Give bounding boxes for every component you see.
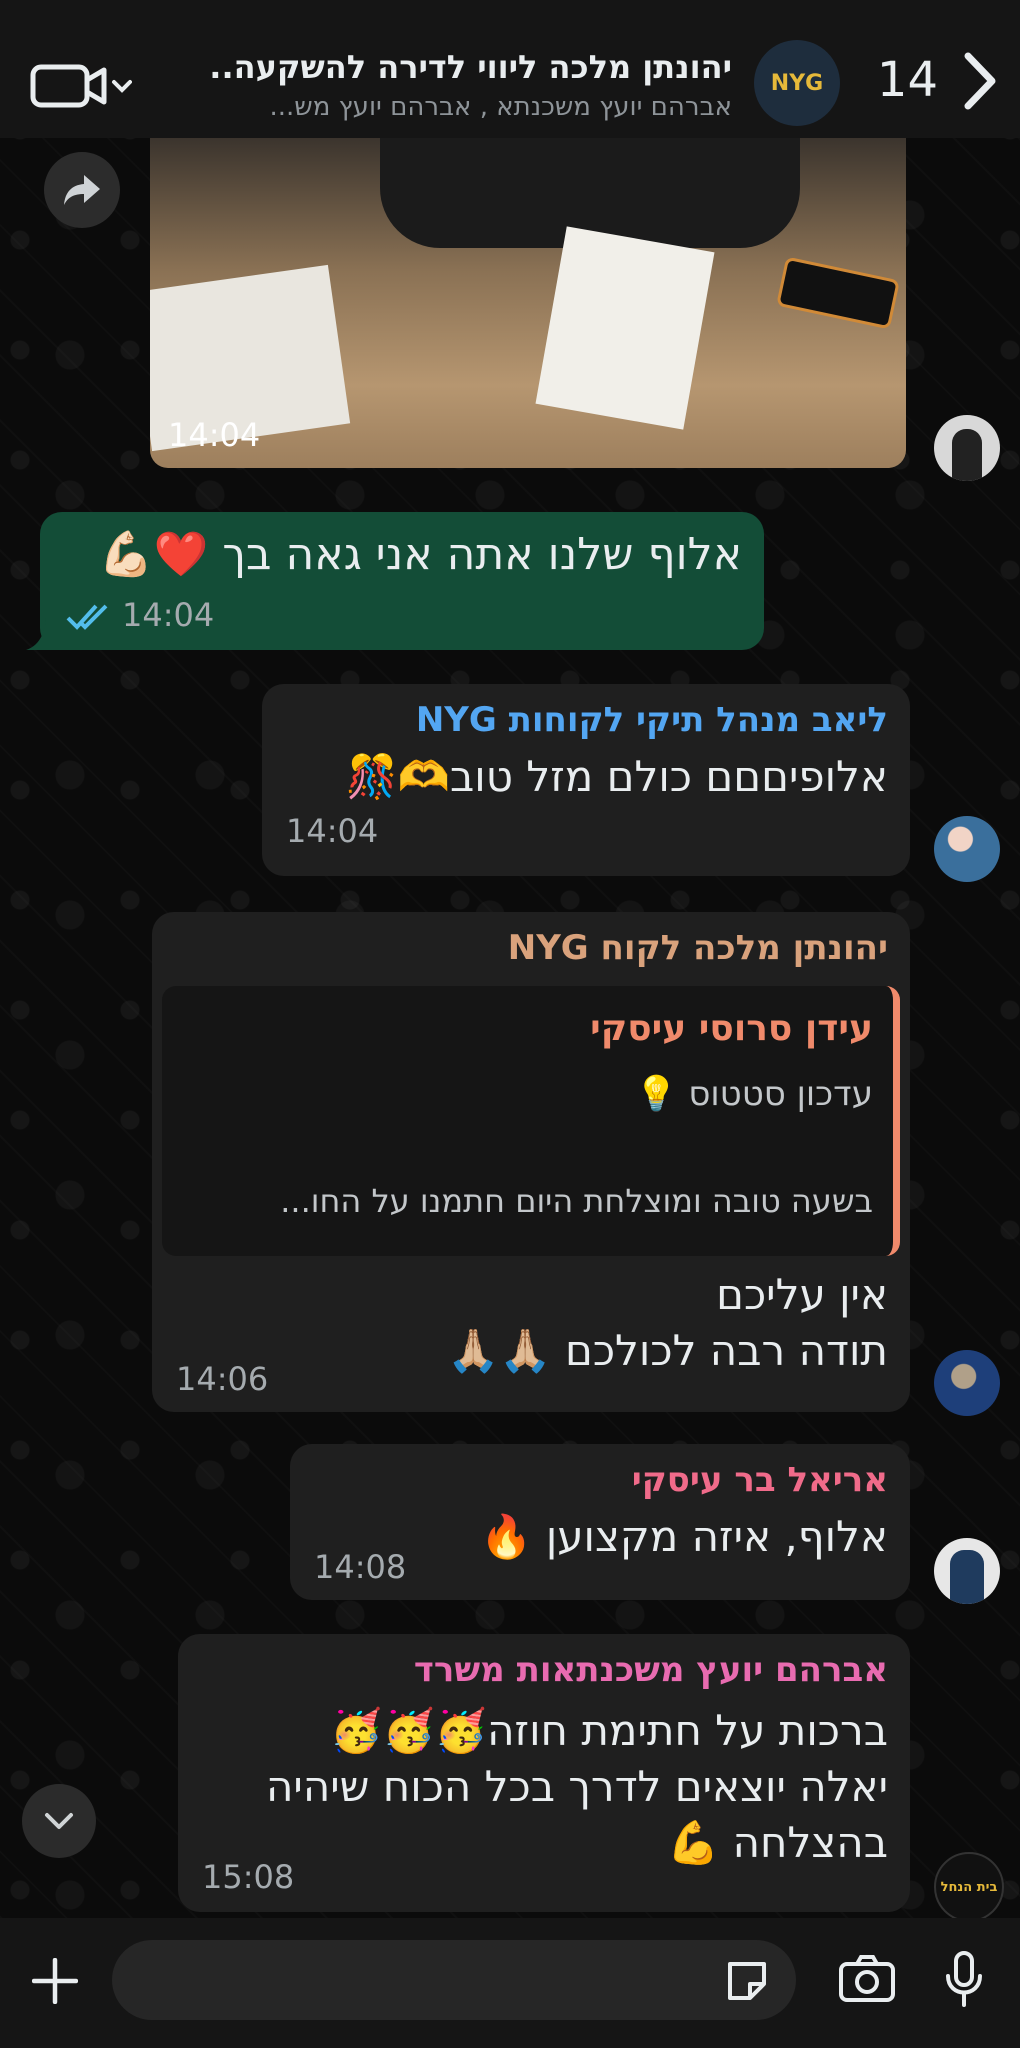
message-time: 14:04: [286, 812, 379, 850]
quoted-author: עידן סרוסי עיסקי: [590, 1008, 873, 1049]
photo-document: [535, 226, 715, 430]
sender-avatar[interactable]: [934, 1350, 1000, 1416]
avatar-logo-text: בית הנחל: [940, 1879, 998, 1895]
outgoing-message[interactable]: אלוף שלנו אתה אני גאה בך ❤️💪🏻 14:04: [40, 512, 764, 650]
scroll-down-button[interactable]: [22, 1784, 96, 1858]
incoming-message[interactable]: אברהם יועץ משכנתאות משרד ברכות על חתימת …: [178, 1634, 910, 1912]
message-input[interactable]: [112, 1940, 796, 2020]
message-text: אלוף שלנו אתה אני גאה בך ❤️💪🏻: [98, 529, 742, 580]
quoted-line: עדכון סטטוס 💡: [635, 1074, 873, 1114]
camera-icon[interactable]: [838, 1954, 896, 2004]
message-line: בהצלחה 💪: [666, 1818, 888, 1867]
group-avatar-logo: NYG: [770, 70, 824, 96]
sender-name[interactable]: אברהם יועץ משכנתאות משרד: [414, 1650, 888, 1690]
image-message[interactable]: 14:04: [150, 138, 906, 468]
forward-button[interactable]: [44, 152, 120, 228]
message-time: 14:04: [122, 596, 215, 634]
photo-phone: [776, 256, 900, 330]
incoming-message[interactable]: ליאב מנהל תיקי לקוחות NYG אלופיםםם כולם …: [262, 684, 910, 876]
scroll-down-icon: [45, 1813, 73, 1829]
forward-icon: [64, 175, 100, 205]
sender-avatar[interactable]: [934, 1538, 1000, 1604]
message-line: ברכות על חתימת חוזה🥳🥳🥳: [330, 1706, 888, 1755]
reply-message[interactable]: יהונתן מלכה לקוח NYG עידן סרוסי עיסקי עד…: [152, 912, 910, 1412]
message-text: אלופיםםם כולם מזל טוב🫶🎊: [345, 752, 888, 801]
unread-count[interactable]: 14: [877, 52, 938, 108]
video-call-icon[interactable]: [30, 62, 132, 108]
read-ticks-icon: [66, 604, 108, 630]
message-time: 14:06: [176, 1360, 269, 1398]
sticker-icon[interactable]: [724, 1958, 770, 2004]
microphone-icon[interactable]: [944, 1950, 984, 2008]
incoming-message[interactable]: אריאל בר עיסקי אלוף, איזה מקצוען 🔥 14:08: [290, 1444, 910, 1600]
sender-avatar[interactable]: [934, 816, 1000, 882]
message-time: 15:08: [202, 1858, 295, 1896]
avatar-figure: [950, 1550, 984, 1604]
message-line: תודה רבה לכולכם 🙏🏼🙏🏼: [447, 1326, 888, 1375]
sender-avatar[interactable]: [934, 415, 1000, 481]
avatar-figure: [952, 429, 982, 481]
chat-header: 14 NYG יהונתן מלכה ליווי לדירה להשקעה...…: [0, 0, 1020, 138]
back-chevron-icon[interactable]: [958, 50, 1000, 112]
message-input-bar: [0, 1918, 1020, 2048]
message-line: אין עליכם: [716, 1270, 888, 1319]
quoted-message[interactable]: עידן סרוסי עיסקי עדכון סטטוס 💡 בשעה טובה…: [162, 986, 900, 1256]
message-time: 14:04: [168, 416, 261, 454]
group-avatar[interactable]: NYG: [754, 40, 840, 126]
sender-name[interactable]: יהונתן מלכה לקוח NYG: [508, 928, 888, 968]
group-subtitle[interactable]: אברהם יועץ משכנתא , אברהם יועץ מש...: [212, 92, 733, 122]
sender-avatar[interactable]: בית הנחל: [934, 1852, 1004, 1922]
message-line: יאלה יוצאים לדרך בכל הכוח שיהיה: [265, 1762, 888, 1811]
plus-icon[interactable]: [32, 1958, 78, 2004]
quoted-line: בשעה טובה ומוצלחת היום חתמנו על החו...: [280, 1182, 873, 1220]
bubble-tail: [26, 618, 62, 650]
sender-name[interactable]: אריאל בר עיסקי: [632, 1460, 888, 1500]
message-time: 14:08: [314, 1548, 407, 1586]
message-text: אלוף, איזה מקצוען 🔥: [480, 1512, 888, 1561]
sender-name[interactable]: ליאב מנהל תיקי לקוחות NYG: [416, 700, 888, 740]
group-title[interactable]: יהונתן מלכה ליווי לדירה להשקעה...: [212, 48, 732, 86]
